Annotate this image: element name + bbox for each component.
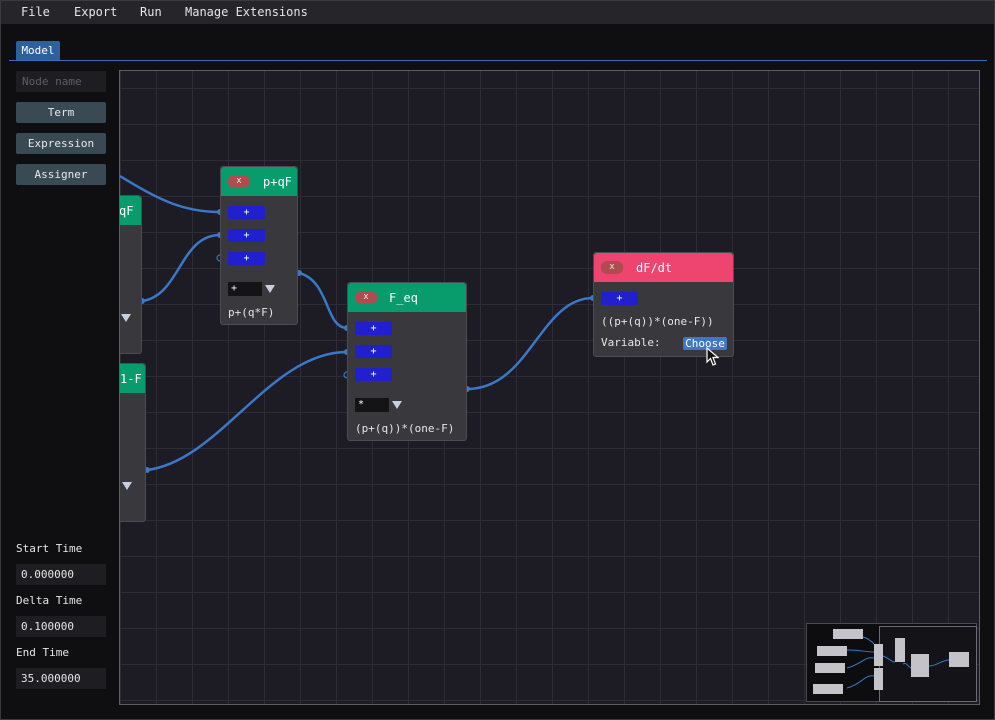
node-editor-canvas[interactable]: qF 1-F x p+qF + + + + p+(q*F) x F_eq + +…	[119, 70, 980, 705]
choose-variable-button[interactable]: Choose	[683, 337, 727, 350]
start-time-label: Start Time	[16, 542, 83, 555]
dropdown-arrow-icon[interactable]	[121, 314, 131, 322]
node-partial-qf[interactable]: qF	[119, 195, 142, 354]
node-expression: ((p+(q))*(one-F))	[601, 315, 714, 328]
node-expression: p+(q*F)	[228, 306, 275, 319]
node-f-eq[interactable]: x F_eq + + + * (p+(q))*(one-F)	[347, 282, 467, 441]
expression-button[interactable]: Expression	[16, 133, 106, 154]
minimap[interactable]	[806, 623, 977, 702]
delta-time-input[interactable]: 0.100000	[16, 616, 106, 637]
minimap-node	[911, 654, 929, 677]
menu-bar: File Export Run Manage Extensions	[1, 1, 994, 24]
close-icon[interactable]: x	[228, 175, 250, 188]
node-title: dF/dt	[636, 261, 673, 275]
minimap-node	[817, 646, 847, 656]
menu-manage-extensions[interactable]: Manage Extensions	[185, 5, 308, 19]
wire-feq-to-dfdt	[466, 296, 594, 391]
start-time-input[interactable]: 0.000000	[16, 564, 106, 585]
wire-onef-to-feq	[146, 350, 348, 472]
end-time-input[interactable]: 35.000000	[16, 668, 106, 689]
tab-model[interactable]: Model	[16, 41, 60, 60]
app-window: File Export Run Manage Extensions Model …	[0, 0, 995, 720]
wire-qf-to-pqf	[141, 233, 221, 303]
node-title: qF	[119, 204, 134, 218]
minimap-node	[874, 644, 883, 666]
minimap-node	[895, 638, 905, 662]
input-pin[interactable]: +	[355, 368, 392, 381]
variable-label: Variable:	[601, 336, 661, 349]
input-pin[interactable]: +	[601, 292, 638, 305]
input-pin[interactable]: +	[355, 322, 392, 335]
delta-time-label: Delta Time	[16, 594, 83, 607]
node-title: p+qF	[263, 175, 292, 189]
term-button[interactable]: Term	[16, 102, 106, 123]
cursor-icon	[706, 347, 720, 366]
node-title: F_eq	[389, 291, 418, 305]
menu-file[interactable]: File	[21, 5, 50, 19]
node-expression: (p+(q))*(one-F)	[355, 422, 455, 435]
node-partial-one-minus-f[interactable]: 1-F	[120, 363, 146, 522]
wire-pqf-to-feq	[298, 271, 348, 330]
operator-select[interactable]: +	[228, 282, 262, 296]
input-pin[interactable]: +	[228, 252, 265, 265]
close-icon[interactable]: x	[355, 291, 377, 304]
minimap-node	[815, 663, 845, 673]
minimap-node	[833, 629, 863, 639]
input-pin[interactable]: +	[228, 206, 265, 219]
close-icon[interactable]: x	[601, 261, 623, 274]
operator-select[interactable]: *	[355, 398, 389, 412]
minimap-node	[949, 652, 969, 667]
dropdown-arrow-icon[interactable]	[122, 482, 132, 490]
assigner-button[interactable]: Assigner	[16, 164, 106, 185]
tab-bar-divider	[9, 60, 987, 61]
minimap-node	[813, 684, 843, 694]
node-df-dt[interactable]: x dF/dt + ((p+(q))*(one-F)) Variable: Ch…	[593, 252, 734, 357]
node-title: 1-F	[120, 372, 142, 386]
node-name-input[interactable]: Node name	[16, 71, 106, 92]
dropdown-arrow-icon[interactable]	[265, 285, 275, 293]
node-p-plus-qf[interactable]: x p+qF + + + + p+(q*F)	[220, 166, 298, 325]
dropdown-arrow-icon[interactable]	[392, 401, 402, 409]
menu-export[interactable]: Export	[74, 5, 117, 19]
minimap-node	[874, 668, 883, 690]
input-pin[interactable]: +	[355, 345, 392, 358]
menu-run[interactable]: Run	[140, 5, 162, 19]
end-time-label: End Time	[16, 646, 69, 659]
input-pin[interactable]: +	[228, 229, 265, 242]
